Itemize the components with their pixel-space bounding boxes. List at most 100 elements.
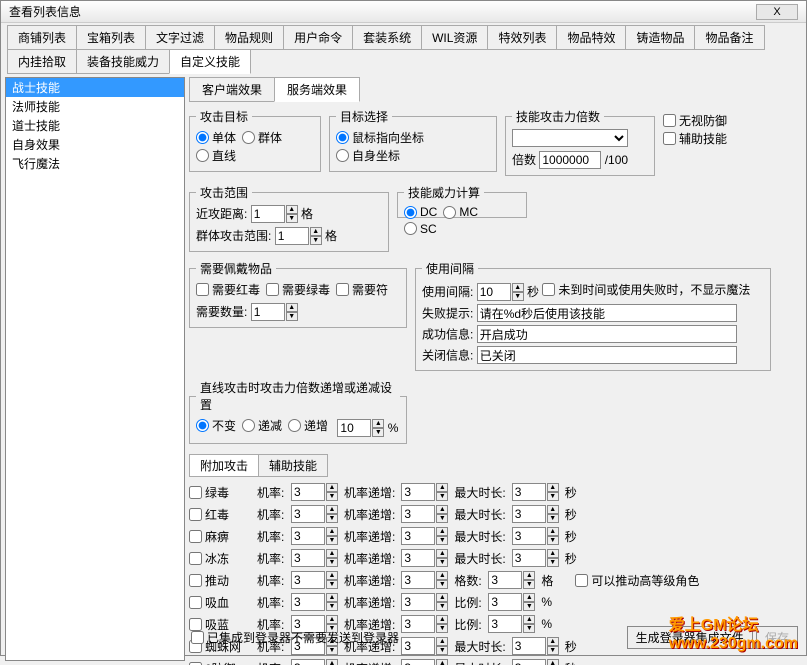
spin-up[interactable]: ▲ <box>326 659 338 665</box>
tab-自定义技能[interactable]: 自定义技能 <box>169 49 251 74</box>
radio-直线[interactable]: 直线 <box>196 147 236 164</box>
spin-down[interactable]: ▼ <box>436 558 448 567</box>
save-button[interactable]: 保存 <box>756 626 798 649</box>
spin-input[interactable] <box>512 659 546 665</box>
spin-up[interactable]: ▲ <box>326 615 338 624</box>
spin-input[interactable] <box>401 571 435 589</box>
spin-up[interactable]: ▲ <box>547 527 559 536</box>
sidebar-item[interactable]: 道士技能 <box>6 116 184 135</box>
close-input[interactable] <box>477 346 737 364</box>
spin-down[interactable]: ▼ <box>547 558 559 567</box>
check-需要红毒[interactable]: 需要红毒 <box>196 281 260 298</box>
line-val-input[interactable] <box>337 419 371 437</box>
spin-up[interactable]: ▲ <box>326 593 338 602</box>
spin-up[interactable]: ▲ <box>436 527 448 536</box>
radio-单体[interactable]: 单体 <box>196 129 236 146</box>
radio-不变[interactable]: 不变 <box>196 417 236 434</box>
spin-up[interactable]: ▲ <box>547 659 559 665</box>
spin-down[interactable]: ▼ <box>436 580 448 589</box>
group-input[interactable] <box>275 227 309 245</box>
spin-up[interactable]: ▲ <box>372 419 384 428</box>
spin-up[interactable]: ▲ <box>326 549 338 558</box>
spin-input[interactable] <box>512 505 546 523</box>
spin-down[interactable]: ▼ <box>326 492 338 501</box>
spin-down[interactable]: ▼ <box>326 580 338 589</box>
spin-input[interactable] <box>291 483 325 501</box>
spin-up[interactable]: ▲ <box>436 593 448 602</box>
radio-群体[interactable]: 群体 <box>242 129 282 146</box>
spin-up[interactable]: ▲ <box>547 483 559 492</box>
gen-file-button[interactable]: 生成登录器集成文件 <box>627 626 753 649</box>
spin-down[interactable]: ▼ <box>310 236 322 245</box>
ok-input[interactable] <box>477 325 737 343</box>
spin-input[interactable] <box>401 659 435 665</box>
radio-递增[interactable]: 递增 <box>288 417 328 434</box>
spin-up[interactable]: ▲ <box>310 227 322 236</box>
radio-DC[interactable]: DC <box>404 205 437 219</box>
spin-input[interactable] <box>291 505 325 523</box>
spin-down[interactable]: ▼ <box>326 514 338 523</box>
spin-up[interactable]: ▲ <box>436 505 448 514</box>
spin-up[interactable]: ▲ <box>286 303 298 312</box>
spin-down[interactable]: ▼ <box>547 514 559 523</box>
effect-check[interactable]: 冰冻 <box>189 550 245 567</box>
sidebar-item[interactable]: 战士技能 <box>6 78 184 97</box>
spin-input[interactable] <box>512 483 546 501</box>
tab-WIL资源[interactable]: WIL资源 <box>421 25 488 50</box>
integrated-check[interactable]: 已集成到登录器不需要发送到登录器 <box>191 629 399 646</box>
spin-down[interactable]: ▼ <box>523 602 535 611</box>
spin-down[interactable]: ▼ <box>547 536 559 545</box>
factor-input[interactable] <box>539 151 601 169</box>
spin-up[interactable]: ▲ <box>523 615 535 624</box>
efftab[interactable]: 辅助技能 <box>258 454 328 477</box>
wear-qty-input[interactable] <box>251 303 285 321</box>
effect-check[interactable]: 麻痹 <box>189 528 245 545</box>
assist-skill-check[interactable]: 辅助技能 <box>663 130 727 147</box>
spin-up[interactable]: ▲ <box>436 483 448 492</box>
near-input[interactable] <box>251 205 285 223</box>
fail-input[interactable] <box>477 304 737 322</box>
spin-down[interactable]: ▼ <box>547 492 559 501</box>
spin-down[interactable]: ▼ <box>326 602 338 611</box>
spin-up[interactable]: ▲ <box>523 593 535 602</box>
check-需要绿毒[interactable]: 需要绿毒 <box>266 281 330 298</box>
spin-down[interactable]: ▼ <box>436 602 448 611</box>
spin-up[interactable]: ▲ <box>436 571 448 580</box>
radio-自身坐标[interactable]: 自身坐标 <box>336 147 400 164</box>
spin-up[interactable]: ▲ <box>326 571 338 580</box>
spin-input[interactable] <box>291 659 325 665</box>
tab-宝箱列表[interactable]: 宝箱列表 <box>76 25 146 50</box>
interval-input[interactable] <box>477 283 511 301</box>
radio-鼠标指向坐标[interactable]: 鼠标指向坐标 <box>336 129 424 146</box>
spin-input[interactable] <box>401 593 435 611</box>
spin-down[interactable]: ▼ <box>326 558 338 567</box>
tab-物品备注[interactable]: 物品备注 <box>694 25 764 50</box>
spin-down[interactable]: ▼ <box>286 312 298 321</box>
check-需要符[interactable]: 需要符 <box>336 281 388 298</box>
radio-MC[interactable]: MC <box>443 205 478 219</box>
tab-商铺列表[interactable]: 商铺列表 <box>7 25 77 50</box>
spin-up[interactable]: ▲ <box>326 527 338 536</box>
sidebar-item[interactable]: 自身效果 <box>6 135 184 154</box>
spin-input[interactable] <box>291 549 325 567</box>
spin-up[interactable]: ▲ <box>512 283 524 292</box>
spin-up[interactable]: ▲ <box>523 571 535 580</box>
spin-input[interactable] <box>401 483 435 501</box>
spin-down[interactable]: ▼ <box>436 514 448 523</box>
spin-input[interactable] <box>401 527 435 545</box>
subtab[interactable]: 服务端效果 <box>274 77 360 102</box>
effect-check[interactable]: 吸血 <box>189 594 245 611</box>
spin-up[interactable]: ▲ <box>326 483 338 492</box>
spin-input[interactable] <box>488 593 522 611</box>
tab-物品特效[interactable]: 物品特效 <box>556 25 626 50</box>
spin-down[interactable]: ▼ <box>523 580 535 589</box>
spin-input[interactable] <box>512 527 546 545</box>
spin-down[interactable]: ▼ <box>436 492 448 501</box>
spin-down[interactable]: ▼ <box>286 214 298 223</box>
spin-input[interactable] <box>291 527 325 545</box>
extra-check[interactable]: 可以推动高等级角色 <box>575 572 699 589</box>
effect-check[interactable]: 红毒 <box>189 506 245 523</box>
spin-input[interactable] <box>401 549 435 567</box>
spin-input[interactable] <box>512 549 546 567</box>
radio-递减[interactable]: 递减 <box>242 417 282 434</box>
